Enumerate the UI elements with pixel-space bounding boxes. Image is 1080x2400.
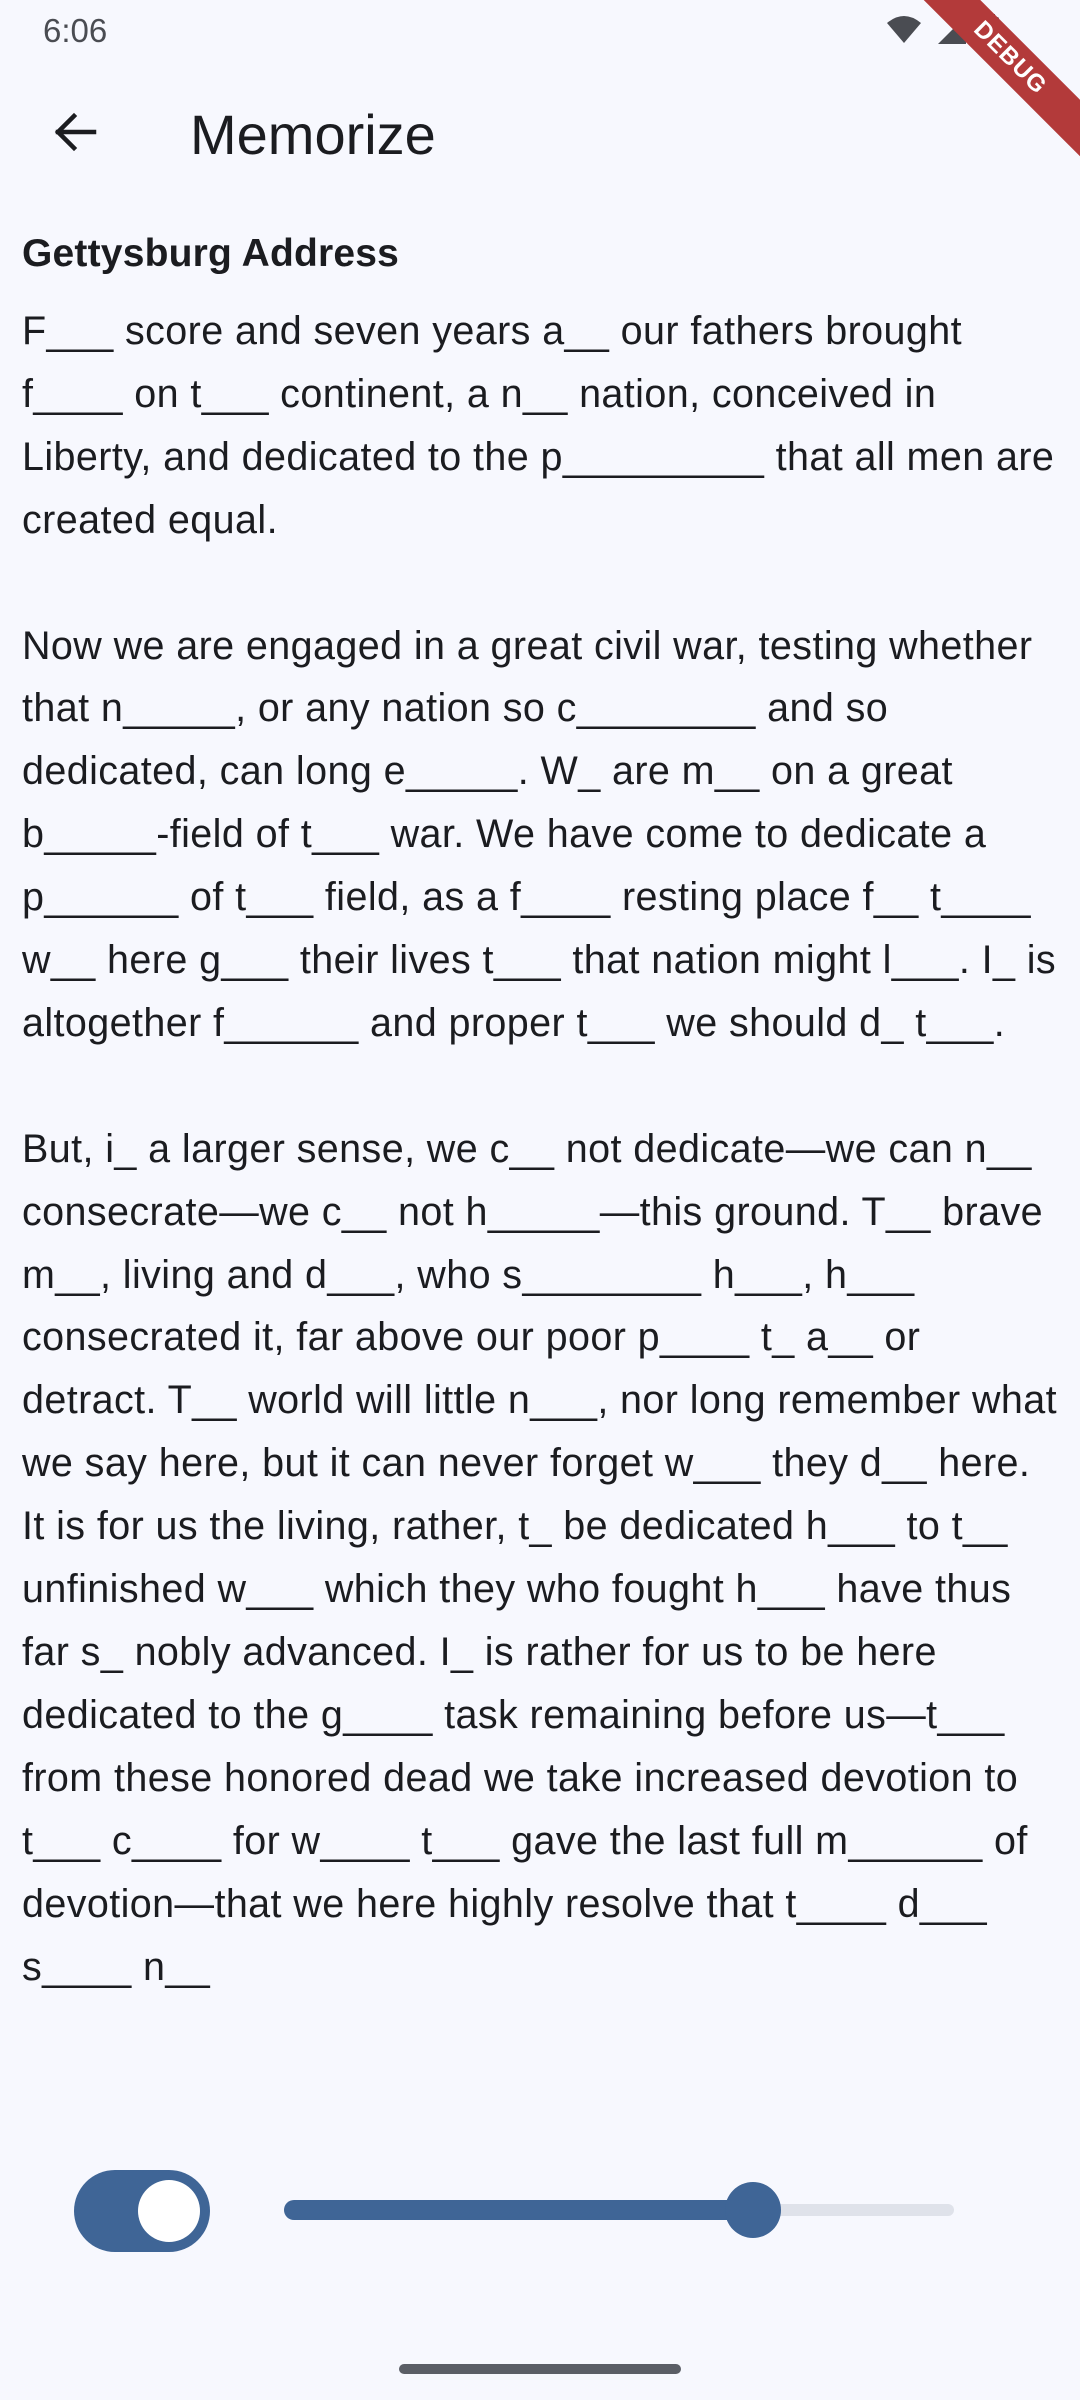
battery-icon [982, 14, 1000, 51]
controls-bar [0, 2160, 1080, 2260]
status-icons [886, 14, 1000, 51]
back-button[interactable] [36, 96, 112, 172]
slider-thumb[interactable] [725, 2182, 781, 2238]
paragraph-2: Now we are engaged in a great civil war,… [22, 623, 1057, 1045]
paragraph-1: F___ score and seven years a__ our fathe… [22, 309, 1055, 542]
document-title: Gettysburg Address [22, 232, 400, 275]
page-title: Memorize [190, 103, 436, 166]
signal-icon [936, 15, 968, 50]
arrow-back-icon [50, 108, 98, 161]
document-body: F___ score and seven years a__ our fathe… [22, 300, 1062, 1998]
toggle-knob [138, 2180, 200, 2242]
slider-active-track [284, 2200, 753, 2220]
difficulty-slider[interactable] [284, 2182, 954, 2238]
status-bar: 6:06 [0, 0, 1080, 62]
hint-toggle-switch[interactable] [74, 2170, 210, 2252]
status-time: 6:06 [43, 12, 108, 49]
wifi-icon [886, 15, 922, 50]
document-content: Gettysburg Address F___ score and seven … [22, 228, 1062, 1998]
app-bar: Memorize [0, 62, 1080, 208]
paragraph-3: But, i_ a larger sense, we c__ not dedic… [22, 1126, 1057, 1989]
gesture-handle[interactable] [399, 2364, 681, 2374]
